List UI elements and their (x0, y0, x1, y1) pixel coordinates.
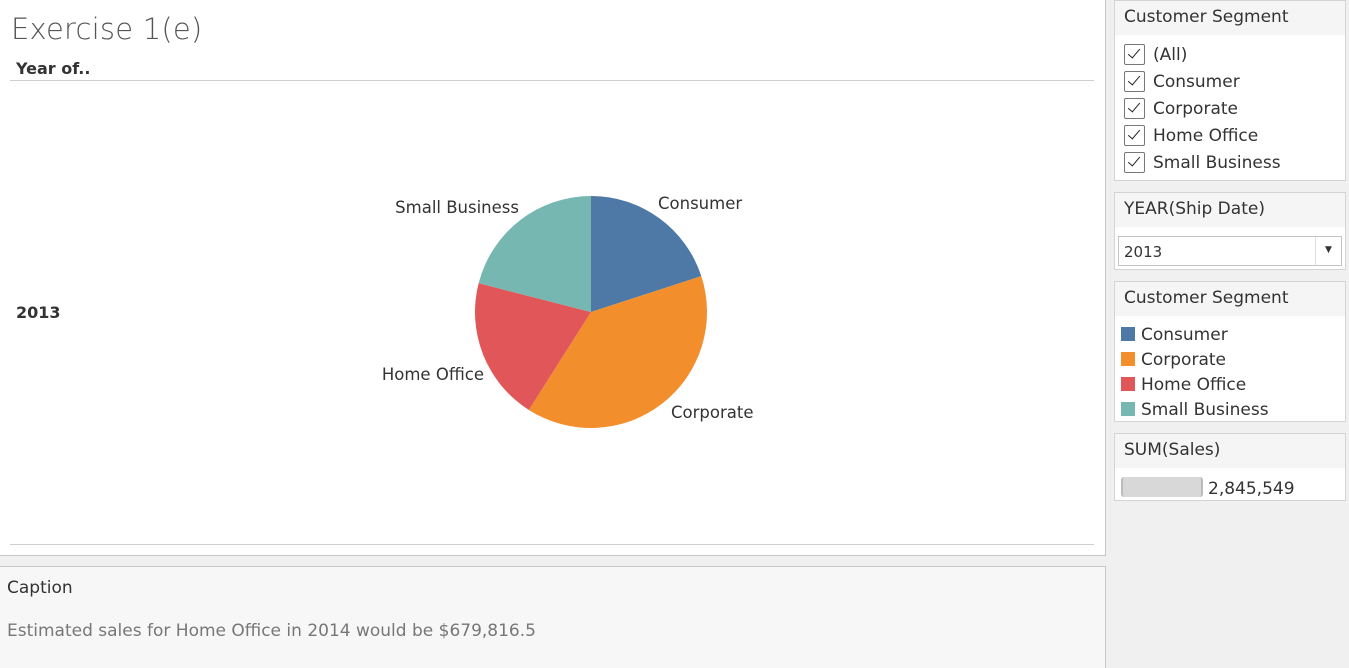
legend-label: Small Business (1141, 400, 1269, 420)
legend-item-corporate[interactable]: Corporate (1115, 347, 1345, 372)
year-dropdown-value: 2013 (1124, 243, 1163, 261)
legend-item-small-business[interactable]: Small Business (1115, 397, 1345, 422)
color-legend-card: Customer Segment Consumer Corporate Home… (1114, 281, 1346, 422)
caption-panel: Caption Estimated sales for Home Office … (0, 566, 1106, 668)
size-legend-card: SUM(Sales) 2,845,549 (1114, 433, 1346, 501)
tableau-dashboard: Exercise 1(e) Year of.. 2013 Consumer Cor… (0, 0, 1349, 668)
checkbox-icon[interactable] (1124, 71, 1145, 92)
filter-item-label: (All) (1153, 45, 1188, 65)
caption-title: Caption (7, 578, 73, 598)
checkbox-icon[interactable] (1124, 44, 1145, 65)
year-dropdown[interactable]: 2013 ▼ (1118, 236, 1342, 266)
legend-label: Corporate (1141, 350, 1226, 370)
filter-item-corporate[interactable]: Corporate (1115, 95, 1345, 122)
legend-swatch (1121, 377, 1135, 391)
pie-label-consumer: Consumer (658, 194, 742, 213)
pie-label-corporate: Corporate (671, 403, 753, 422)
checkbox-icon[interactable] (1124, 152, 1145, 173)
pie-label-small-business: Small Business (395, 198, 519, 217)
segment-filter-title: Customer Segment (1115, 1, 1345, 35)
worksheet: Exercise 1(e) Year of.. 2013 Consumer Cor… (0, 0, 1106, 556)
legend-swatch (1121, 352, 1135, 366)
color-legend-title: Customer Segment (1115, 282, 1345, 316)
checkbox-icon[interactable] (1124, 125, 1145, 146)
legend-item-home-office[interactable]: Home Office (1115, 372, 1345, 397)
filter-item-label: Home Office (1153, 126, 1259, 146)
size-legend-title: SUM(Sales) (1115, 434, 1345, 468)
filter-item-label: Corporate (1153, 99, 1238, 119)
size-legend-value: 2,845,549 (1208, 479, 1295, 499)
year-filter-card: YEAR(Ship Date) 2013 ▼ (1114, 192, 1346, 270)
filter-item-label: Small Business (1153, 153, 1281, 173)
filter-item-consumer[interactable]: Consumer (1115, 68, 1345, 95)
legend-item-consumer[interactable]: Consumer (1115, 322, 1345, 347)
legend-swatch (1121, 327, 1135, 341)
filter-item-home-office[interactable]: Home Office (1115, 122, 1345, 149)
pie-chart: Consumer Corporate Home Office Small Busine… (382, 194, 753, 428)
legend-swatch (1121, 402, 1135, 416)
year-filter-title: YEAR(Ship Date) (1115, 193, 1345, 227)
legend-label: Consumer (1141, 325, 1228, 345)
filter-item-small-business[interactable]: Small Business (1115, 149, 1345, 176)
size-legend-swatch (1121, 477, 1203, 497)
caption-text: Estimated sales for Home Office in 2014 … (7, 621, 536, 641)
legend-label: Home Office (1141, 375, 1247, 395)
filter-item-all[interactable]: (All) (1115, 41, 1345, 68)
checkbox-icon[interactable] (1124, 98, 1145, 119)
filter-item-label: Consumer (1153, 72, 1240, 92)
pie-label-home-office: Home Office (382, 365, 484, 384)
segment-filter-card: Customer Segment (All) Consumer Corporat… (1114, 0, 1346, 181)
caret-down-icon[interactable]: ▼ (1315, 237, 1341, 265)
